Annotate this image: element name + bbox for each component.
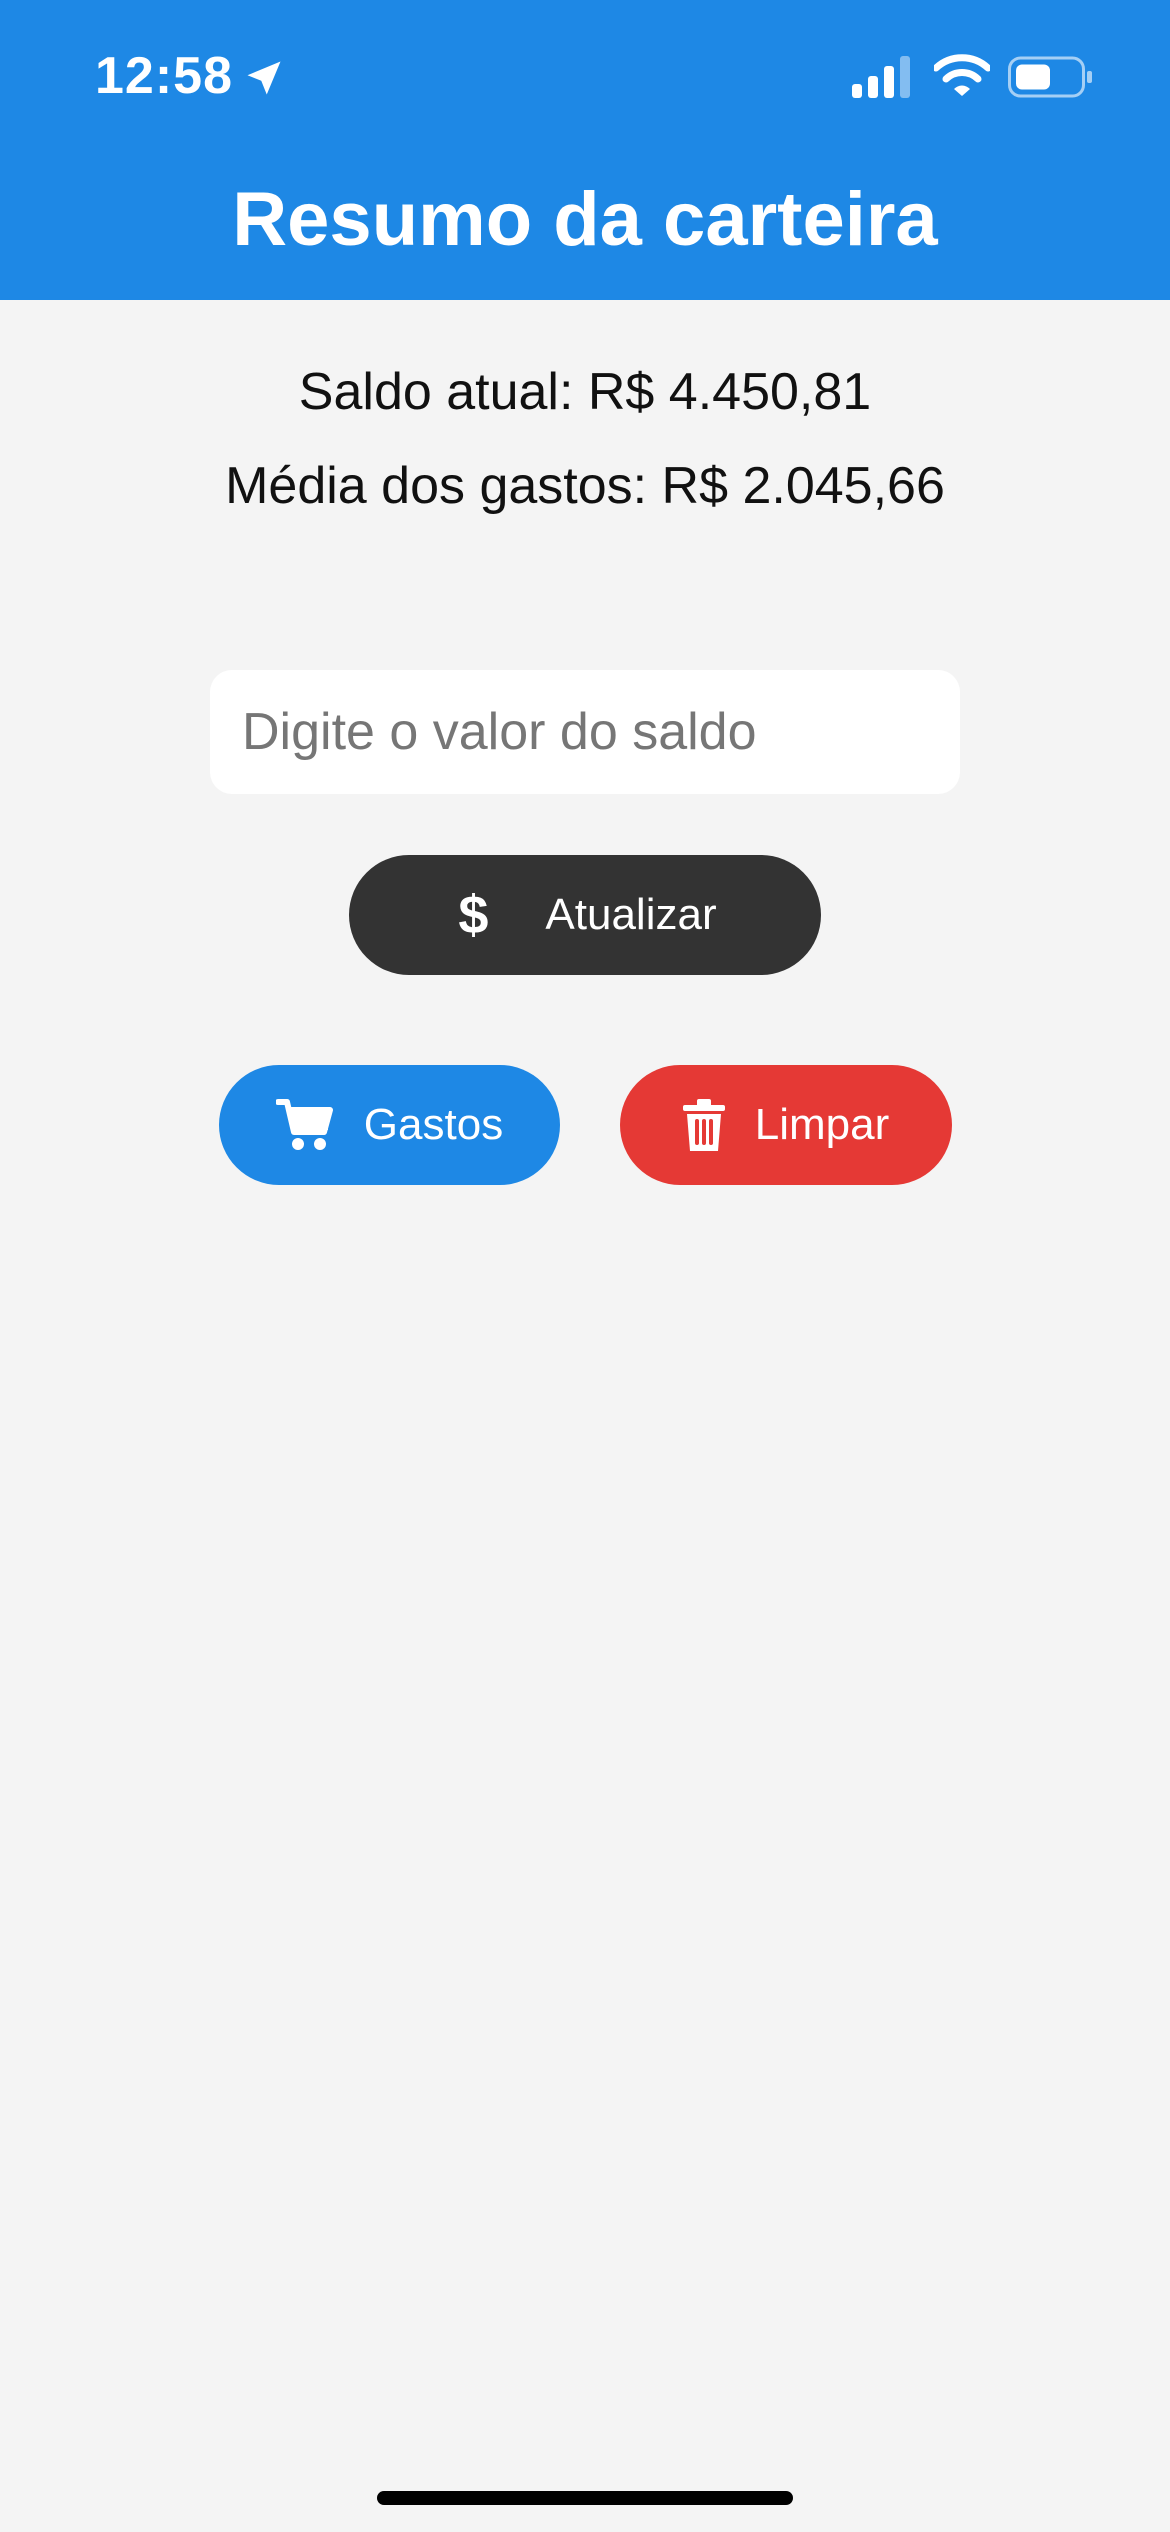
- update-button[interactable]: $ Atualizar: [349, 855, 821, 975]
- wifi-icon: [934, 54, 990, 96]
- dollar-icon: $: [458, 885, 489, 945]
- location-arrow-icon: [247, 61, 281, 95]
- clear-button[interactable]: Limpar: [620, 1065, 952, 1185]
- expenses-button-label: Gastos: [363, 1100, 504, 1149]
- expenses-button[interactable]: Gastos: [219, 1065, 560, 1185]
- clear-button-label: Limpar: [754, 1100, 890, 1149]
- current-balance-text: Saldo atual: R$ 4.450,81: [298, 363, 872, 421]
- status-time: 12:58: [95, 47, 233, 105]
- app-header: 12:58 Resumo da carteira: [0, 0, 1170, 300]
- average-expenses-text: Média dos gastos: R$ 2.045,66: [225, 457, 945, 515]
- home-indicator[interactable]: [377, 2491, 793, 2505]
- cart-icon: [275, 1099, 333, 1150]
- signal-icon: [852, 56, 910, 98]
- update-button-label: Atualizar: [545, 890, 717, 939]
- trash-icon: [682, 1099, 725, 1151]
- page-title: Resumo da carteira: [232, 177, 938, 262]
- balance-input[interactable]: [210, 670, 960, 794]
- battery-icon: [1008, 56, 1092, 98]
